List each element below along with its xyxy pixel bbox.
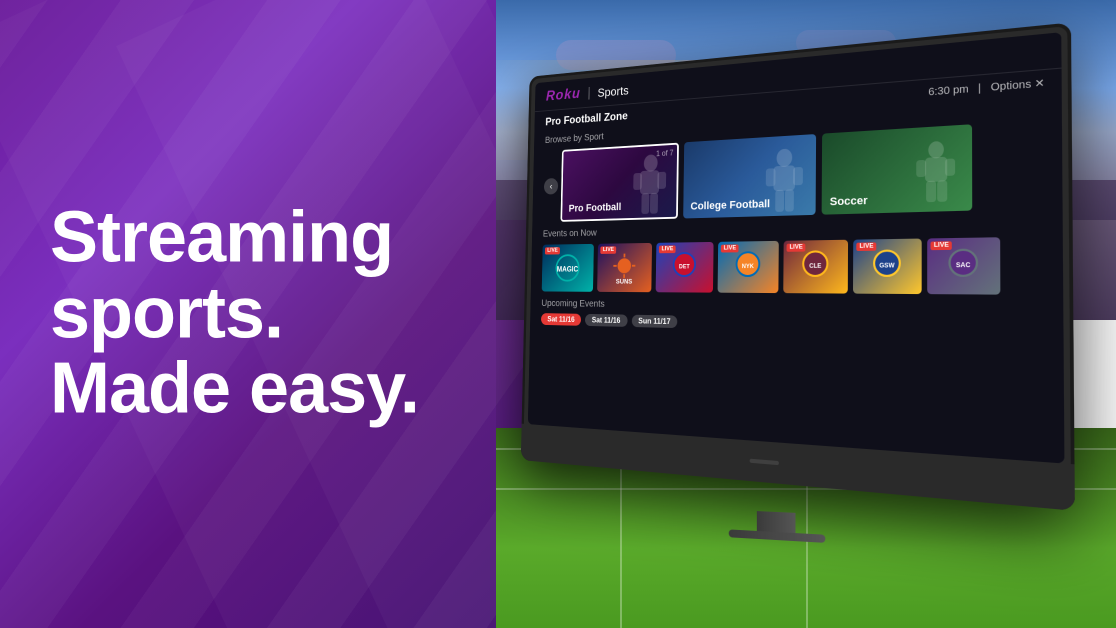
live-badge-suns: LIVE <box>600 246 616 254</box>
tv-indicator <box>750 459 779 465</box>
sport-card-soccer[interactable]: Soccer <box>822 124 973 214</box>
headline-line3: Made easy. <box>50 349 419 429</box>
headline: Streaming sports. Made easy. <box>50 201 419 428</box>
sports-section-label: Sports <box>597 83 628 99</box>
football-player-icon <box>624 151 672 219</box>
magic-icon: MAGIC <box>552 250 583 285</box>
upcoming-dates-list: Sat 11/16 Sat 11/16 Sun 11/17 <box>541 313 1046 337</box>
stand-neck <box>757 511 796 533</box>
event-card-suns[interactable]: LIVE SUNS <box>597 243 652 292</box>
svg-text:GSW: GSW <box>879 263 895 270</box>
live-badge-magic: LIVE <box>545 247 560 254</box>
nav-arrow-left[interactable]: ‹ <box>544 178 558 195</box>
date-pill-active[interactable]: Sat 11/16 <box>541 313 581 326</box>
live-badge-knicks: LIVE <box>721 244 739 252</box>
time-options: 6:30 pm | Options ✕ <box>928 77 1044 98</box>
svg-text:MAGIC: MAGIC <box>557 265 579 274</box>
headline-line1: Streaming <box>50 198 393 278</box>
upcoming-events-section: Upcoming Events Sat 11/16 Sat 11/16 Sun … <box>530 295 1064 342</box>
pistons-icon: DET <box>667 249 702 286</box>
time-display: 6:30 pm <box>928 83 968 98</box>
tv-body: Roku Sports Pro Football Zone 6:30 pm | … <box>521 22 1075 510</box>
college-football-label: College Football <box>690 198 770 212</box>
date-pill-2[interactable]: Sun 11/17 <box>631 315 677 328</box>
live-badge-pistons: LIVE <box>659 245 676 253</box>
live-badge-warriors: LIVE <box>856 242 876 251</box>
event-card-magic[interactable]: LIVE MAGIC <box>542 244 594 292</box>
events-on-now-section: Events on Now LIVE MAGIC <box>531 213 1064 300</box>
tv-wrapper: Roku Sports Pro Football Zone 6:30 pm | … <box>496 30 1086 550</box>
zone-label: Pro Football Zone <box>545 109 628 128</box>
event-card-cavaliers[interactable]: LIVE CLE <box>783 240 848 294</box>
headline-line2: sports. <box>50 273 283 353</box>
svg-text:CLE: CLE <box>809 263 821 269</box>
suns-icon: SUNS <box>608 250 641 286</box>
roku-logo: Roku <box>546 86 581 105</box>
stand-base <box>729 529 826 543</box>
svg-text:SUNS: SUNS <box>616 279 633 286</box>
svg-text:DET: DET <box>679 264 690 270</box>
options-label: Options ✕ <box>991 77 1045 93</box>
header-divider <box>589 87 590 100</box>
date-pill-1[interactable]: Sat 11/16 <box>585 314 627 327</box>
tv-stand <box>729 510 826 543</box>
event-card-warriors[interactable]: LIVE GSW <box>853 239 922 295</box>
left-panel: Streaming sports. Made easy. <box>0 0 560 628</box>
sport-card-college-football[interactable]: College Football <box>683 134 816 218</box>
event-card-knicks[interactable]: LIVE NYK <box>718 241 779 293</box>
pro-football-label: Pro Football <box>569 202 622 215</box>
roku-ui: Roku Sports Pro Football Zone 6:30 pm | … <box>528 32 1065 463</box>
sport-card-pro-football[interactable]: 1 of 7 <box>560 143 678 222</box>
warriors-icon: GSW <box>867 246 908 286</box>
svg-text:NYK: NYK <box>742 264 755 270</box>
soccer-label: Soccer <box>830 195 868 209</box>
event-cards-list: LIVE MAGIC LIVE <box>542 237 1046 295</box>
right-panel: Roku Sports Pro Football Zone 6:30 pm | … <box>496 0 1116 628</box>
live-badge-cavaliers: LIVE <box>787 243 806 251</box>
soccer-player-icon <box>905 135 966 212</box>
cavaliers-icon: CLE <box>796 247 835 286</box>
knicks-icon: NYK <box>730 248 766 286</box>
event-card-kings[interactable]: LIVE SAC <box>927 237 1000 294</box>
event-card-pistons[interactable]: LIVE DET <box>656 242 714 293</box>
live-badge-kings: LIVE <box>931 241 953 250</box>
tv-screen: Roku Sports Pro Football Zone 6:30 pm | … <box>528 32 1065 463</box>
svg-text:SAC: SAC <box>956 263 970 270</box>
kings-icon: SAC <box>942 245 985 287</box>
